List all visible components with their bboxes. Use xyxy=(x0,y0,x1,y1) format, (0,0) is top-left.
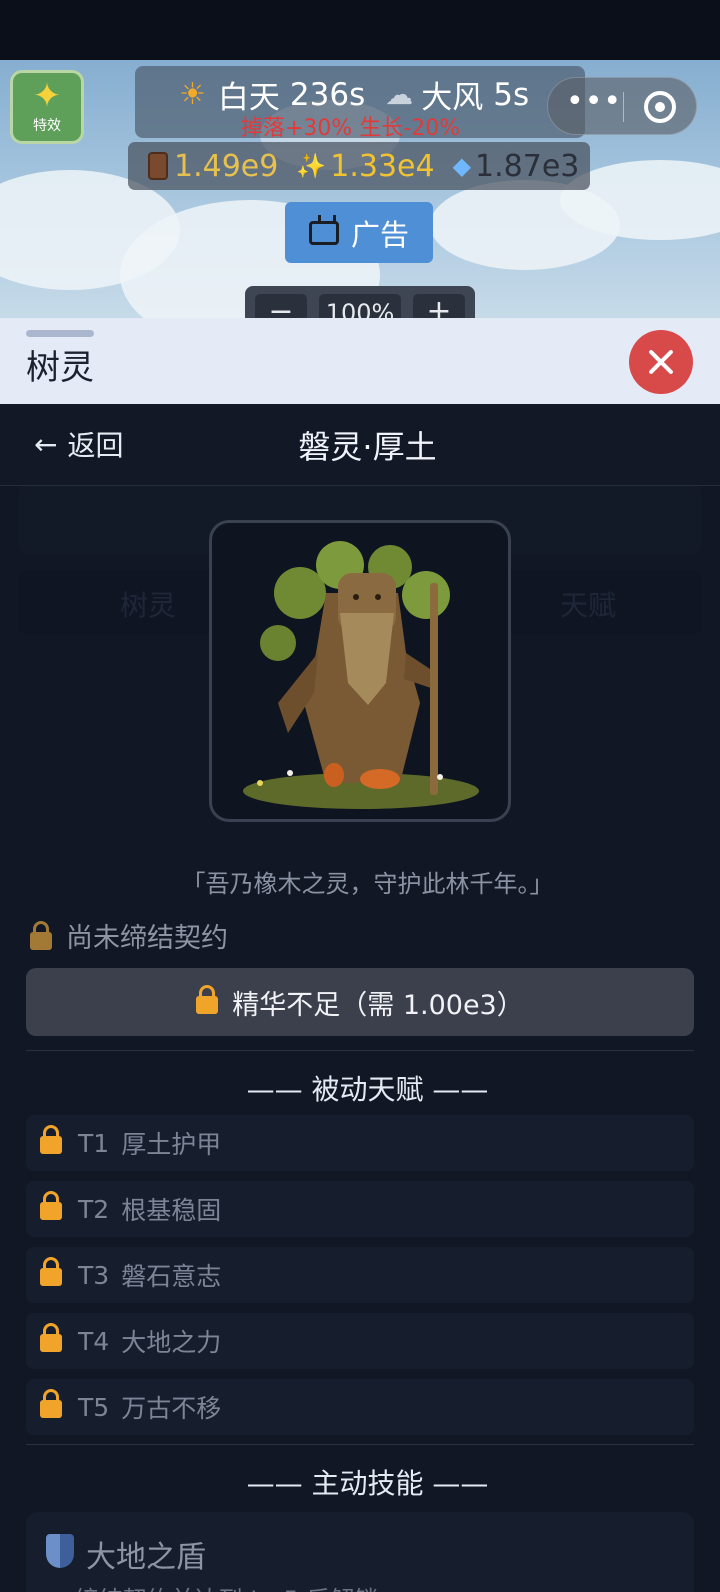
zoom-level: 100% xyxy=(319,294,401,320)
talent-row[interactable]: T3 磐石意志 xyxy=(26,1247,694,1303)
zoom-in-button[interactable]: + xyxy=(413,294,465,320)
talent-name: 根基稳固 xyxy=(121,1196,222,1225)
contract-status-text: 尚未缔结契约 xyxy=(66,923,228,954)
watch-ad-label: 广告 xyxy=(350,217,409,252)
spirit-detail-panel: 树灵 天赋 ← 返回 磐灵·厚土 「吾乃橡木之灵，守护此林千年。」 尚未缔结契约… xyxy=(0,404,720,1592)
effects-button-label: 特效 xyxy=(33,118,61,134)
form-contract-button[interactable]: 精华不足（需 1.00e3） xyxy=(26,968,694,1036)
lock-icon xyxy=(40,1257,62,1286)
form-contract-label: 精华不足（需 1.00e3） xyxy=(232,989,524,1021)
active-skill-name: 大地之盾 xyxy=(86,1540,206,1575)
section-divider xyxy=(26,1444,694,1445)
contract-status: 尚未缔结契约 xyxy=(30,916,228,955)
time-remaining: 236s xyxy=(289,76,366,113)
talent-name: 厚土护甲 xyxy=(121,1130,222,1159)
talent-tier: T5 xyxy=(78,1392,110,1422)
gem-resource: ◆ 1.87e3 xyxy=(453,149,580,184)
zoom-out-button[interactable]: − xyxy=(255,294,307,320)
talent-row[interactable]: T4 大地之力 xyxy=(26,1313,694,1369)
diamond-icon: ◆ xyxy=(452,152,472,180)
wind-icon: ☁ xyxy=(385,78,414,111)
lock-icon xyxy=(40,1323,62,1352)
section-divider xyxy=(26,1050,694,1051)
treant-illustration xyxy=(243,541,479,809)
resource-bar: 1.49e9 ✨ 1.33e4 ◆ 1.87e3 xyxy=(128,142,590,190)
sun-icon: ☀ xyxy=(179,77,206,112)
talent-row[interactable]: T1 厚土护甲 xyxy=(26,1115,694,1171)
wood-amount: 1.49e9 xyxy=(174,148,279,184)
spirit-name: 磐灵·厚土 xyxy=(298,428,437,466)
lock-icon xyxy=(40,1191,62,1220)
close-sheet-button[interactable] xyxy=(629,330,693,394)
active-skill-card[interactable]: 大地之盾 ● 缔结契约并达到 Lv.5 后解锁 xyxy=(26,1512,694,1592)
talent-name: 大地之力 xyxy=(121,1328,222,1357)
talent-name: 磐石意志 xyxy=(121,1262,222,1291)
talent-row[interactable]: T5 万古不移 xyxy=(26,1379,694,1435)
background-tab-label: 天赋 xyxy=(560,589,617,622)
more-options-icon[interactable]: ••• xyxy=(566,87,622,125)
background-tab-label: 树灵 xyxy=(120,589,177,622)
drag-handle[interactable] xyxy=(26,330,94,337)
weather-panel: ☀ 白天 236s ☁ 大风 5s 掉落+30% 生长-20% xyxy=(135,66,585,141)
status-bar xyxy=(0,0,720,60)
talent-tier: T1 xyxy=(78,1128,110,1158)
talent-tier: T4 xyxy=(78,1326,110,1356)
spirit-quote: 「吾乃橡木之灵，守护此林千年。」 xyxy=(181,870,554,898)
gem-amount: 1.87e3 xyxy=(475,148,580,184)
talent-row[interactable]: T2 根基稳固 xyxy=(26,1181,694,1237)
sparkle-icon: ✨ xyxy=(296,152,327,180)
zoom-control: − 100% + xyxy=(245,286,475,320)
passive-talents-heading: —— 被动天赋 —— xyxy=(246,1073,489,1106)
effects-button[interactable]: ✦ 特效 xyxy=(10,70,84,144)
spirit-portrait xyxy=(209,520,511,822)
lock-icon xyxy=(30,920,52,950)
watch-ad-button[interactable]: 广告 xyxy=(285,202,433,263)
shield-icon xyxy=(46,1534,74,1568)
game-scene: ✦ 特效 ☀ 白天 236s ☁ 大风 5s 掉落+30% 生长-20% •••… xyxy=(0,60,720,320)
sheet-header: 树灵 xyxy=(0,318,720,404)
weather-remaining: 5s xyxy=(493,76,530,113)
active-skill-requirement: ● 缔结契约并达到 Lv.5 后解锁 xyxy=(46,1580,378,1592)
lock-icon xyxy=(40,1125,62,1154)
capsule-divider xyxy=(623,92,624,122)
lock-icon xyxy=(196,985,219,1014)
essence-amount: 1.33e4 xyxy=(330,148,435,184)
sheet-title: 树灵 xyxy=(26,348,94,388)
weather-effect-text: 掉落+30% 生长-20% xyxy=(241,116,461,141)
miniprogram-capsule: ••• xyxy=(547,77,697,135)
wood-resource: 1.49e9 xyxy=(148,149,278,184)
essence-resource: ✨ 1.33e4 xyxy=(296,149,434,184)
tv-icon xyxy=(308,220,339,245)
exit-miniprogram-icon[interactable] xyxy=(644,91,676,123)
talent-tier: T2 xyxy=(78,1194,110,1224)
detail-nav-bar: ← 返回 磐灵·厚土 xyxy=(0,404,720,486)
talent-name: 万古不移 xyxy=(121,1394,222,1423)
lock-icon xyxy=(40,1389,62,1418)
wood-log-icon xyxy=(148,152,168,180)
sparkle-icon: ✦ xyxy=(32,76,62,116)
active-skills-heading: —— 主动技能 —— xyxy=(246,1467,489,1500)
talent-tier: T3 xyxy=(78,1260,110,1290)
